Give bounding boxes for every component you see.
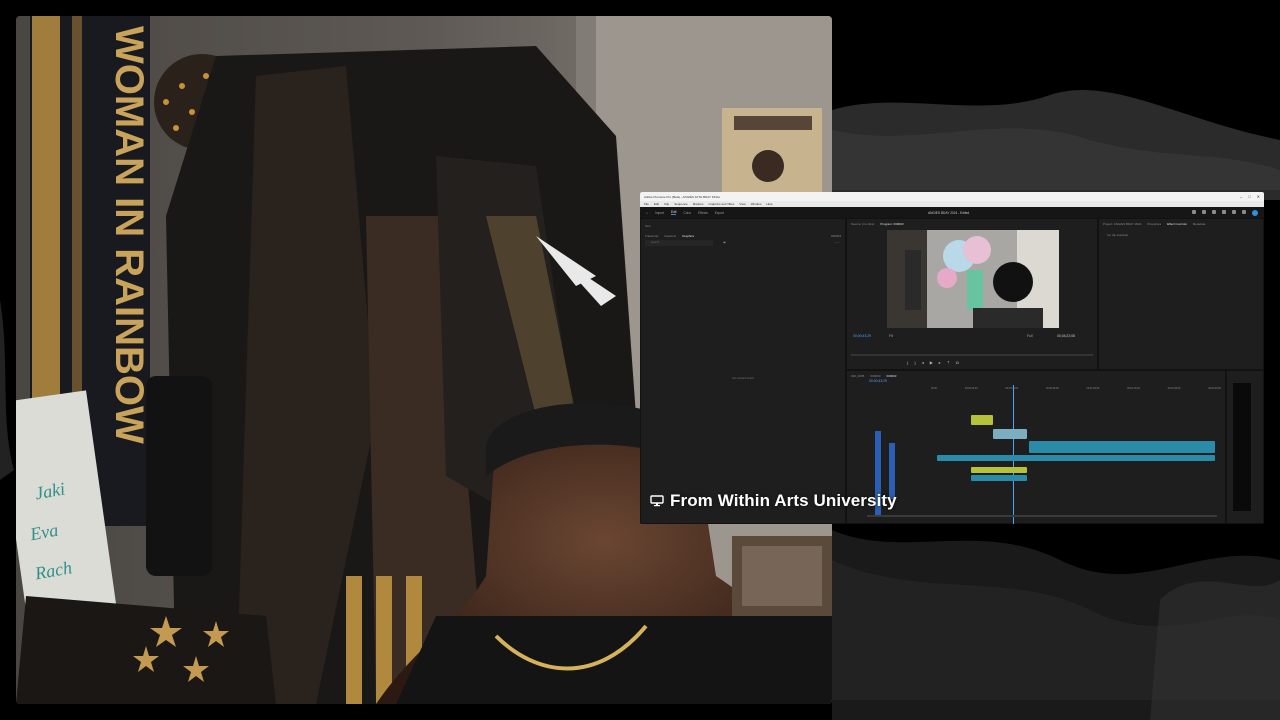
tab-program[interactable]: Program: 030003 <box>880 222 903 226</box>
mark-in-icon[interactable]: { <box>907 360 908 365</box>
ruler-label: 00;01;45;00 <box>1208 387 1221 390</box>
clip-a1[interactable] <box>971 467 1027 473</box>
playhead-scrubber[interactable] <box>851 354 1093 356</box>
timeline-tab-2[interactable]: 030030 <box>870 374 880 378</box>
caption-overlay: From Within Arts University <box>650 491 897 511</box>
timeline-tab-3[interactable]: 030003 <box>886 374 896 378</box>
panel-menu-icon[interactable]: ⋯ <box>835 240 839 245</box>
user-avatar[interactable] <box>1252 209 1258 216</box>
premiere-window: Adobe Premiere Pro (Beta) - ANGIES 10TH … <box>640 192 1264 524</box>
audio-meters <box>1226 370 1264 524</box>
transport-controls: { } ◂ ▶ ▸ ⇡ ◘ <box>907 360 959 365</box>
notifications-icon[interactable] <box>1222 209 1226 214</box>
ruler-label: 00;00 <box>931 387 937 390</box>
clip-v2[interactable] <box>1029 441 1215 453</box>
window-titlebar: Adobe Premiere Pro (Beta) - ANGIES 10TH … <box>640 192 1264 201</box>
workspace-header: ⌂ Import Edit Color Effects Export ANGIE… <box>640 207 1264 218</box>
clip-v1[interactable] <box>937 455 1215 461</box>
menu-window[interactable]: Window <box>751 202 762 206</box>
program-video-frame[interactable] <box>887 230 1059 328</box>
minimize-icon[interactable]: – <box>1240 194 1242 199</box>
menu-graphics[interactable]: Graphics and Titles <box>709 202 735 206</box>
caption-text: From Within Arts University <box>670 491 897 510</box>
project-title: ANGIES BDAY 2024 - Edited <box>928 210 970 215</box>
menu-file[interactable]: File <box>644 202 649 206</box>
home-icon[interactable]: ⌂ <box>646 211 648 215</box>
tab-edit[interactable]: Edit <box>670 210 677 215</box>
workspaces-icon[interactable] <box>1192 209 1196 214</box>
menu-clip[interactable]: Clip <box>664 202 669 206</box>
timeline-scrollbar[interactable] <box>867 515 1217 517</box>
feedback-icon[interactable] <box>1212 209 1216 214</box>
menu-view[interactable]: View <box>739 202 745 206</box>
ruler-label: 00;01;00;00 <box>1086 387 1100 390</box>
clip-v4[interactable] <box>971 415 993 425</box>
ruler-label: 00;00;45;00 <box>1046 387 1059 390</box>
quality-dropdown[interactable]: Full <box>1027 334 1032 338</box>
filter-icon[interactable]: ⏷ <box>723 240 726 245</box>
tab-color[interactable]: Color <box>683 211 691 215</box>
settings-icon[interactable] <box>1232 209 1236 214</box>
timecode-in[interactable]: 00;00;43;29 <box>853 334 871 338</box>
tab-source[interactable]: Source: (no clips) <box>851 222 874 226</box>
tab-effects[interactable]: Effects <box>698 211 708 215</box>
ruler-label: 00;01;30;00 <box>1167 387 1181 390</box>
monitor-icon <box>650 495 664 507</box>
step-back-icon[interactable]: ◂ <box>922 360 924 365</box>
program-monitor: Source: (no clips) Program: 030003 00;00… <box>846 218 1098 370</box>
tab-captions[interactable]: Captions <box>664 234 676 238</box>
effect-controls-empty: (no clip selected) <box>1107 233 1129 237</box>
share-icon[interactable] <box>1202 209 1206 214</box>
no-content-label: No content found <box>732 376 754 380</box>
clip-v3[interactable] <box>993 429 1027 439</box>
sequence-label: 030003 <box>830 234 841 238</box>
tab-transcript[interactable]: Transcript <box>645 234 658 238</box>
menu-help[interactable]: Help <box>766 202 772 206</box>
tab-metadata[interactable]: Metadata <box>1193 222 1206 226</box>
fullscreen-icon[interactable] <box>1242 209 1246 214</box>
menu-sequence[interactable]: Sequence <box>674 202 688 206</box>
timecode-out: 00;04;22;08 <box>1057 334 1075 338</box>
menu-markers[interactable]: Markers <box>693 202 704 206</box>
graphics-panel: Text Transcript Captions Graphics 030003… <box>640 218 846 524</box>
timeline-panel: 030_0035 030030 030003 00;00;43;29 00;00… <box>846 370 1226 524</box>
tab-export[interactable]: Export <box>715 211 724 215</box>
timeline-ruler[interactable]: 00;00 00;00;15;00 00;00;30;00 00;00;45;0… <box>931 387 1221 393</box>
export-frame-icon[interactable]: ◘ <box>956 360 958 365</box>
ruler-label: 00;00;15;00 <box>964 387 978 390</box>
window-title: Adobe Premiere Pro (Beta) - ANGIES 10TH … <box>644 194 721 199</box>
timeline-timecode[interactable]: 00;00;43;29 <box>869 379 887 383</box>
fit-dropdown[interactable]: Fit <box>889 334 893 338</box>
tab-text[interactable]: Text <box>645 224 651 228</box>
ruler-label: 00;01;15;00 <box>1127 387 1140 390</box>
clip-a2[interactable] <box>971 475 1027 481</box>
tab-project[interactable]: Project: ANGIES BDAY 2024 <box>1103 222 1141 226</box>
banner-text: WOMAN IN RAINBOW <box>107 26 151 444</box>
menu-edit[interactable]: Edit <box>654 202 659 206</box>
play-icon[interactable]: ▶ <box>930 360 933 365</box>
ruler-label: 00;00;30;00 <box>1005 387 1019 390</box>
tab-graphics[interactable]: Graphics <box>682 234 694 238</box>
maximize-icon[interactable]: □ <box>1248 194 1250 199</box>
tab-effect-controls[interactable]: Effect Controls <box>1167 222 1187 226</box>
effect-controls-panel: Project: ANGIES BDAY 2024 Properties Eff… <box>1098 218 1264 370</box>
lift-icon[interactable]: ⇡ <box>947 360 950 365</box>
tab-properties[interactable]: Properties <box>1147 222 1161 226</box>
step-forward-icon[interactable]: ▸ <box>939 360 941 365</box>
tab-import[interactable]: Import <box>655 211 664 215</box>
timeline-tab-1[interactable]: 030_0035 <box>851 374 864 378</box>
close-icon[interactable]: ✕ <box>1257 194 1260 199</box>
mark-out-icon[interactable]: } <box>914 360 915 365</box>
search-input[interactable]: Search <box>645 240 713 246</box>
